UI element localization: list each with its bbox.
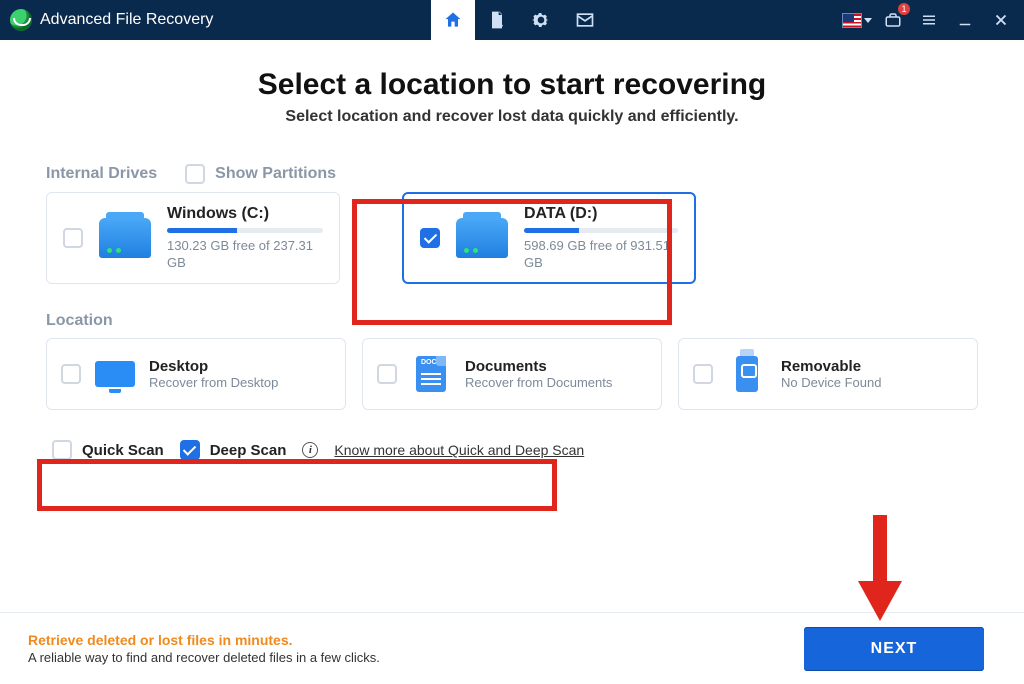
footer: Retrieve deleted or lost files in minute… — [0, 612, 1024, 684]
file-search-icon — [487, 10, 507, 30]
footer-sub: A reliable way to find and recover delet… — [28, 650, 380, 665]
main-content: Select a location to start recovering Se… — [0, 40, 1024, 478]
minimize-button[interactable] — [950, 5, 980, 35]
page-title: Select a location to start recovering — [46, 68, 978, 102]
annotation-arrow-icon — [850, 515, 910, 625]
deep-scan-checkbox[interactable] — [180, 440, 200, 460]
menu-button[interactable] — [914, 5, 944, 35]
document-icon: DOC — [416, 356, 446, 392]
scan-info-link[interactable]: Know more about Quick and Deep Scan — [334, 442, 584, 458]
titlebar: Advanced File Recovery 1 — [0, 0, 1024, 40]
footer-headline: Retrieve deleted or lost files in minute… — [28, 632, 380, 648]
drive-name: Windows (C:) — [167, 205, 323, 223]
location-checkbox[interactable] — [377, 364, 397, 384]
location-checkbox[interactable] — [693, 364, 713, 384]
location-card-documents[interactable]: DOC Documents Recover from Documents — [362, 338, 662, 410]
drive-icon — [99, 218, 151, 258]
flag-us-icon — [842, 13, 862, 28]
app-title: Advanced File Recovery — [40, 11, 213, 29]
deep-scan-label: Deep Scan — [210, 442, 287, 459]
drive-card-windows-c[interactable]: Windows (C:) 130.23 GB free of 237.31GB — [46, 192, 340, 284]
hamburger-icon — [920, 11, 938, 29]
next-button[interactable]: NEXT — [804, 627, 984, 671]
tab-settings[interactable] — [519, 0, 563, 40]
app-logo-icon — [10, 9, 32, 31]
location-label: Location — [46, 312, 978, 330]
drive-meta: 598.69 GB free of 931.51 — [524, 238, 670, 253]
mail-icon — [575, 10, 595, 30]
tab-file-search[interactable] — [475, 0, 519, 40]
quick-scan-checkbox[interactable] — [52, 440, 72, 460]
home-icon — [443, 10, 463, 30]
minimize-icon — [956, 11, 974, 29]
scan-options: Quick Scan Deep Scan i Know more about Q… — [46, 432, 978, 468]
drive-checkbox[interactable] — [420, 228, 440, 248]
location-sub: No Device Found — [781, 375, 881, 390]
internal-drives-label: Internal Drives — [46, 165, 157, 183]
notification-badge: 1 — [898, 3, 910, 15]
chevron-down-icon — [864, 18, 872, 23]
location-name: Desktop — [149, 358, 278, 375]
drive-meta: 130.23 GB free of 237.31 — [167, 238, 313, 253]
location-name: Documents — [465, 358, 612, 375]
tab-mail[interactable] — [563, 0, 607, 40]
drive-name: DATA (D:) — [524, 205, 678, 223]
show-partitions-label: Show Partitions — [215, 165, 336, 183]
gear-icon — [531, 10, 551, 30]
usb-icon — [736, 356, 758, 392]
drive-card-data-d[interactable]: DATA (D:) 598.69 GB free of 931.51GB — [402, 192, 696, 284]
drive-usage-bar — [167, 228, 237, 233]
location-card-removable[interactable]: Removable No Device Found — [678, 338, 978, 410]
location-checkbox[interactable] — [61, 364, 81, 384]
location-name: Removable — [781, 358, 881, 375]
show-partitions-checkbox[interactable] — [185, 164, 205, 184]
close-button[interactable] — [986, 5, 1016, 35]
location-sub: Recover from Documents — [465, 375, 612, 390]
language-button[interactable] — [842, 5, 872, 35]
drive-checkbox[interactable] — [63, 228, 83, 248]
page-subtitle: Select location and recover lost data qu… — [46, 108, 978, 126]
location-sub: Recover from Desktop — [149, 375, 278, 390]
desktop-icon — [95, 361, 135, 387]
toolbox-button[interactable]: 1 — [878, 5, 908, 35]
tab-home[interactable] — [431, 0, 475, 40]
quick-scan-label: Quick Scan — [82, 442, 164, 459]
drive-usage-bar — [524, 228, 579, 233]
close-icon — [992, 11, 1010, 29]
location-card-desktop[interactable]: Desktop Recover from Desktop — [46, 338, 346, 410]
info-icon: i — [302, 442, 318, 458]
drive-icon — [456, 218, 508, 258]
